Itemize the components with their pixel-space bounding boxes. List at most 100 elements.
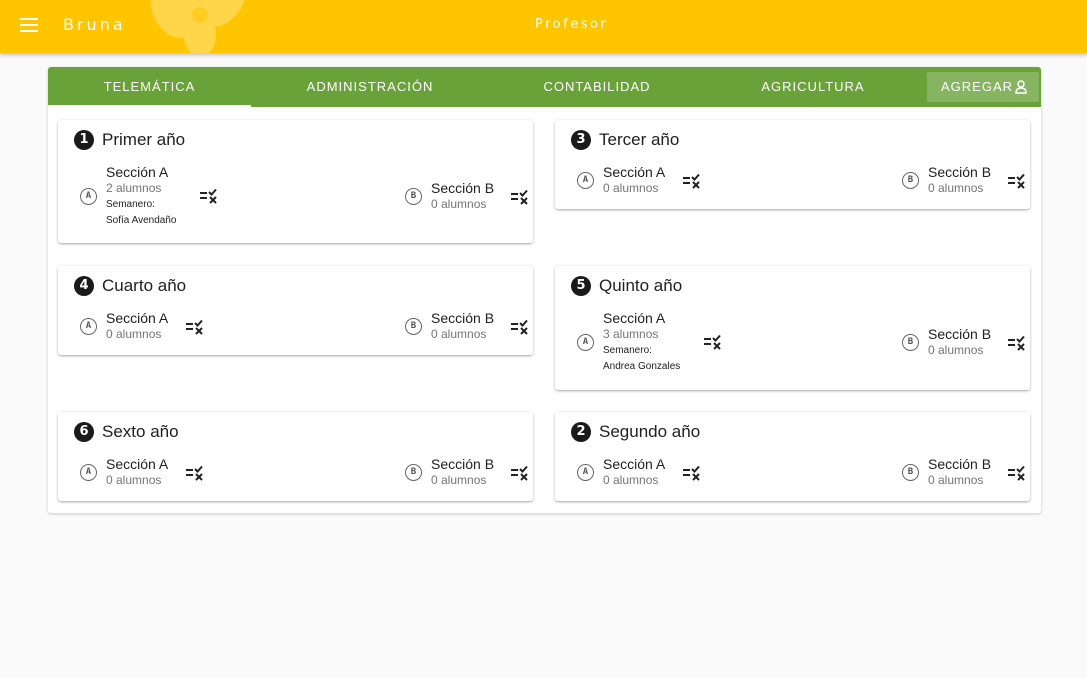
section-letter-icon: B bbox=[405, 463, 422, 481]
flower-logo-icon bbox=[150, 0, 246, 53]
section-count: 0 alumnos bbox=[603, 181, 659, 195]
tab-agricultura[interactable]: AGRICULTURA bbox=[710, 67, 916, 107]
section-name: Sección A bbox=[603, 164, 666, 180]
section-a[interactable]: A Sección A2 alumnos Semanero: Sofía Avenda… bbox=[80, 164, 176, 229]
section-b[interactable]: B Sección B0 alumnos bbox=[902, 456, 991, 488]
section-count: 0 alumnos bbox=[106, 473, 162, 487]
section-a[interactable]: A Sección A0 alumnos bbox=[80, 456, 168, 488]
section-letter-icon: B bbox=[902, 463, 919, 481]
grade-title: Primer año bbox=[102, 130, 186, 149]
section-a[interactable]: A Sección A0 alumnos bbox=[577, 164, 665, 196]
section-name: Sección B bbox=[928, 456, 992, 472]
grades-checklist-icon[interactable] bbox=[510, 189, 530, 205]
grade-title: Segundo año bbox=[599, 422, 701, 441]
section-letter-icon: A bbox=[80, 317, 97, 335]
section-name: Sección A bbox=[106, 310, 169, 326]
grade-title: Tercer año bbox=[599, 130, 680, 149]
section-a[interactable]: A Sección A0 alumnos bbox=[577, 456, 665, 488]
card-title: 3 Tercer año bbox=[571, 130, 679, 150]
section-name: Sección B bbox=[431, 180, 495, 196]
grades-checklist-icon[interactable] bbox=[199, 188, 219, 204]
user-role: Profesor bbox=[535, 17, 609, 32]
section-letter-icon: A bbox=[577, 171, 594, 189]
section-name: Sección B bbox=[928, 326, 992, 342]
section-letter-icon: A bbox=[80, 463, 97, 481]
section-a[interactable]: A Sección A0 alumnos bbox=[80, 310, 168, 342]
section-count: 0 alumnos bbox=[106, 327, 162, 341]
add-button-label: AGREGAR bbox=[941, 79, 1014, 94]
card-title: 5 Quinto año bbox=[571, 276, 682, 296]
grade-card: 1 Primer año A Sección A2 alumnos Semanero: S… bbox=[58, 120, 533, 243]
grades-checklist-icon[interactable] bbox=[1007, 335, 1027, 351]
mentor-label: Semanero: bbox=[603, 345, 652, 356]
section-letter-icon: B bbox=[902, 333, 919, 351]
section-name: Sección A bbox=[106, 456, 169, 472]
tab-contabilidad[interactable]: CONTABILIDAD bbox=[493, 67, 701, 107]
card-title: 6 Sexto año bbox=[74, 422, 179, 442]
card-title: 2 Segundo año bbox=[571, 422, 700, 442]
grades-checklist-icon[interactable] bbox=[185, 465, 205, 481]
grade-card: 6 Sexto año A Sección A0 alumnos B Sección B0… bbox=[58, 412, 533, 501]
section-count: 3 alumnos bbox=[603, 327, 659, 341]
grades-checklist-icon[interactable] bbox=[1007, 465, 1027, 481]
section-count: 0 alumnos bbox=[928, 473, 984, 487]
section-letter-icon: A bbox=[577, 463, 594, 481]
section-name: Sección A bbox=[603, 310, 666, 326]
grade-card: 4 Cuarto año A Sección A0 alumnos B Sección B… bbox=[58, 266, 533, 355]
section-name: Sección B bbox=[431, 456, 495, 472]
grade-title: Quinto año bbox=[599, 276, 683, 295]
section-count: 0 alumnos bbox=[431, 197, 487, 211]
grade-card: 5 Quinto año A Sección A3 alumnos Semanero: A… bbox=[555, 266, 1030, 390]
mentor-label: Semanero: bbox=[106, 199, 155, 210]
grade-number-icon: 2 bbox=[571, 422, 591, 442]
section-count: 0 alumnos bbox=[431, 327, 487, 341]
add-user-icon bbox=[1015, 80, 1027, 94]
grade-card: 3 Tercer año A Sección A0 alumnos B Sección B… bbox=[555, 120, 1030, 209]
section-letter-icon: B bbox=[405, 187, 422, 205]
grade-card: 2 Segundo año A Sección A0 alumnos B Sección … bbox=[555, 412, 1030, 501]
grade-number-icon: 6 bbox=[74, 422, 94, 442]
grades-checklist-icon[interactable] bbox=[682, 465, 702, 481]
app-brand: Bruna bbox=[63, 15, 126, 34]
section-count: 0 alumnos bbox=[603, 473, 659, 487]
section-name: Sección B bbox=[928, 164, 992, 180]
section-name: Sección B bbox=[431, 310, 495, 326]
grade-title: Sexto año bbox=[102, 422, 179, 441]
grades-checklist-icon[interactable] bbox=[510, 319, 530, 335]
add-button[interactable]: AGREGAR bbox=[927, 72, 1039, 102]
tab-administracion[interactable]: ADMINISTRACIÓN bbox=[264, 67, 476, 107]
section-count: 0 alumnos bbox=[928, 181, 984, 195]
section-b[interactable]: B Sección B0 alumnos bbox=[902, 326, 991, 358]
mentor-name: Andrea Gonzales bbox=[603, 361, 681, 372]
section-b[interactable]: B Sección B0 alumnos bbox=[902, 164, 991, 196]
grade-number-icon: 4 bbox=[74, 276, 94, 296]
grades-checklist-icon[interactable] bbox=[703, 334, 723, 350]
tab-telematica[interactable]: TELEMÁTICA bbox=[48, 67, 251, 107]
section-a[interactable]: A Sección A3 alumnos Semanero: Andrea Gonza… bbox=[577, 310, 680, 375]
section-letter-icon: B bbox=[902, 171, 919, 189]
section-letter-icon: A bbox=[80, 188, 97, 205]
grade-title: Cuarto año bbox=[102, 276, 187, 295]
section-b[interactable]: B Sección B0 alumnos bbox=[405, 456, 494, 488]
section-count: 0 alumnos bbox=[928, 343, 984, 357]
section-letter-icon: B bbox=[405, 317, 422, 335]
section-letter-icon: A bbox=[577, 334, 594, 351]
section-count: 2 alumnos bbox=[106, 181, 162, 195]
grades-checklist-icon[interactable] bbox=[185, 319, 205, 335]
card-title: 4 Cuarto año bbox=[74, 276, 186, 296]
section-b[interactable]: B Sección B0 alumnos bbox=[405, 180, 494, 212]
section-name: Sección A bbox=[603, 456, 666, 472]
grade-number-icon: 3 bbox=[571, 130, 591, 150]
app-bar: Bruna Profesor bbox=[0, 0, 1087, 53]
section-count: 0 alumnos bbox=[431, 473, 487, 487]
section-b[interactable]: B Sección B0 alumnos bbox=[405, 310, 494, 342]
section-name: Sección A bbox=[106, 164, 169, 180]
mentor-name: Sofía Avendaño bbox=[106, 215, 177, 226]
menu-icon[interactable] bbox=[20, 18, 38, 34]
grades-checklist-icon[interactable] bbox=[682, 173, 702, 189]
career-tabs: TELEMÁTICA ADMINISTRACIÓN CONTABILIDAD A… bbox=[48, 67, 1041, 107]
grade-number-icon: 5 bbox=[571, 276, 591, 296]
card-title: 1 Primer año bbox=[74, 130, 185, 150]
grades-checklist-icon[interactable] bbox=[510, 465, 530, 481]
grades-checklist-icon[interactable] bbox=[1007, 173, 1027, 189]
